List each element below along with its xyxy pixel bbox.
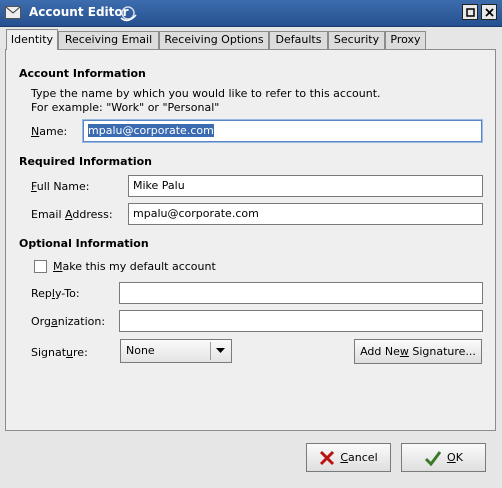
account-name-value: mpalu@corporate.com	[88, 124, 214, 137]
title-swirl-icon	[120, 6, 137, 22]
reply-to-input[interactable]	[119, 282, 483, 304]
full-name-input[interactable]: Mike Palu	[128, 175, 483, 197]
reply-a: Rep	[31, 287, 52, 300]
ok-label: K	[455, 451, 463, 464]
tab-identity[interactable]: Identity	[6, 29, 58, 50]
tab-proxy[interactable]: Proxy	[385, 31, 426, 49]
title-bar: Account Editor	[0, 0, 502, 27]
sig-mnemonic: u	[66, 346, 74, 359]
full-name-label-text: ull Name:	[36, 180, 90, 193]
add-sig-a: Add Ne	[360, 345, 400, 358]
add-sig-mnemonic: w	[399, 345, 409, 358]
sig-a: Signat	[31, 346, 67, 359]
tab-receiving-options[interactable]: Receiving Options	[159, 31, 269, 49]
email-label-a: Email	[31, 208, 66, 221]
email-label-b: ddress:	[72, 208, 113, 221]
account-info-heading: Account Information	[19, 67, 146, 80]
window-title: Account Editor	[29, 5, 129, 19]
email-address-input[interactable]: mpalu@corporate.com	[128, 203, 483, 225]
signature-combo[interactable]: None	[120, 339, 232, 363]
mail-envelope-icon	[5, 6, 21, 19]
cancel-label: ancel	[348, 451, 378, 464]
add-new-signature-button[interactable]: Add New Signature...	[354, 339, 482, 364]
add-sig-b: Signature...	[408, 345, 476, 358]
sig-b: re:	[73, 346, 88, 359]
tab-security[interactable]: Security	[328, 31, 385, 49]
reply-to-label: Reply-To:	[31, 287, 80, 300]
maximize-button[interactable]	[462, 4, 478, 20]
org-b: nization:	[57, 315, 106, 328]
cancel-mnemonic: C	[340, 451, 349, 464]
signature-value: None	[126, 344, 155, 357]
ok-button[interactable]: OK	[401, 443, 486, 472]
account-name-input[interactable]: mpalu@corporate.com	[82, 119, 483, 143]
org-a: Org	[31, 315, 51, 328]
name-label-text: ame:	[39, 125, 68, 138]
full-name-label: Full Name:	[31, 180, 89, 193]
tab-defaults[interactable]: Defaults	[269, 31, 328, 49]
default-label-text: ake this my default account	[62, 260, 216, 273]
optional-info-heading: Optional Information	[19, 237, 149, 250]
default-account-checkbox[interactable]	[34, 260, 47, 273]
organization-input[interactable]	[119, 310, 483, 332]
name-label: Name:	[31, 125, 67, 138]
name-mnemonic: N	[31, 125, 40, 138]
ok-mnemonic: O	[447, 451, 456, 464]
organization-label: Organization:	[31, 315, 105, 328]
org-mnemonic: a	[50, 315, 58, 328]
account-info-description: Type the name by which you would like to…	[31, 87, 381, 100]
tab-receiving-email[interactable]: Receiving Email	[58, 31, 159, 49]
required-info-heading: Required Information	[19, 155, 152, 168]
account-info-example: For example: "Work" or "Personal"	[31, 101, 220, 114]
email-label: Email Address:	[31, 208, 113, 221]
reply-b: y-To:	[54, 287, 80, 300]
cancel-x-icon	[320, 450, 335, 466]
default-mnemonic: M	[53, 260, 63, 273]
default-account-label[interactable]: Make this my default account	[53, 260, 216, 273]
cancel-button[interactable]: Cancel	[306, 443, 391, 472]
close-button[interactable]	[481, 4, 497, 20]
ok-check-icon	[424, 451, 442, 466]
identity-panel: Account Information Type the name by whi…	[5, 49, 496, 431]
chevron-down-icon	[210, 342, 231, 360]
signature-label: Signature:	[31, 346, 88, 359]
